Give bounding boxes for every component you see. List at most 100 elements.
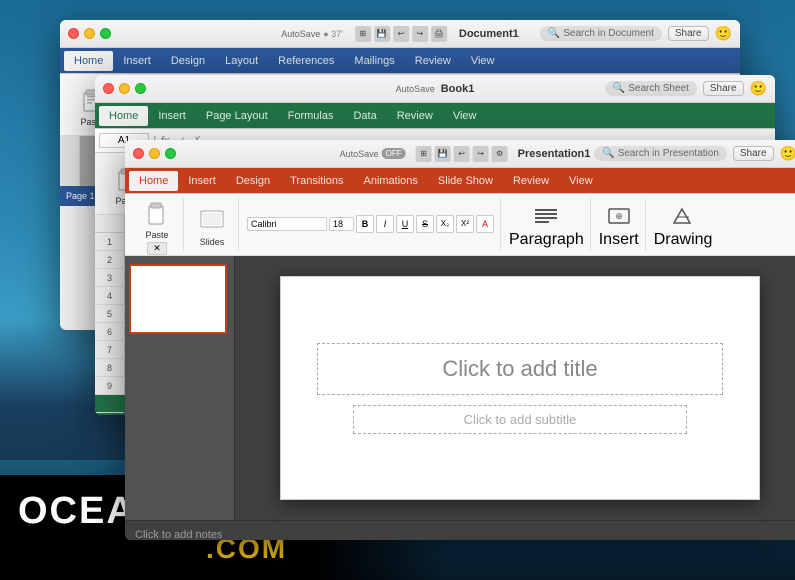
ppt-fontsize-select[interactable]: 18 — [329, 217, 354, 231]
ppt-slide-canvas[interactable]: Click to add title Click to add subtitle — [280, 276, 760, 500]
ppt-drawing-label: Drawing — [654, 231, 713, 249]
word-tab-layout[interactable]: Layout — [215, 51, 268, 71]
ppt-subtitle-placeholder[interactable]: Click to add subtitle — [353, 405, 688, 434]
ppt-paragraph-label: Paragraph — [509, 231, 584, 249]
ppt-font-color[interactable]: A — [476, 215, 494, 233]
ppt-notes-bar: Click to add notes — [125, 520, 795, 540]
word-tab-review[interactable]: Review — [405, 51, 461, 71]
ppt-sub[interactable]: X₂ — [436, 215, 454, 233]
excel-minimize-button[interactable] — [119, 83, 130, 94]
ppt-content-area: 1 Click to add title Click to add subtit… — [125, 256, 795, 520]
ppt-tab-animations[interactable]: Animations — [354, 171, 428, 191]
ppt-font-group: Calibri 18 B I U S X₂ X² A — [241, 198, 501, 251]
ppt-drawing-icon — [668, 201, 698, 231]
ppt-toolbar-icon5[interactable]: ⚙ — [492, 146, 508, 162]
word-toolbar-icon5[interactable]: 🖨 — [431, 26, 447, 42]
excel-maximize-button[interactable] — [135, 83, 146, 94]
ppt-toolbar-icon2[interactable]: 💾 — [435, 146, 451, 162]
ppt-tab-view[interactable]: View — [559, 171, 603, 191]
ppt-strikethrough[interactable]: S — [416, 215, 434, 233]
ppt-paste-label: Paste — [145, 230, 168, 240]
word-tab-view[interactable]: View — [461, 51, 505, 71]
excel-title: Book1 — [441, 83, 475, 95]
word-smiley[interactable]: 🙂 — [715, 25, 732, 42]
ppt-tab-insert[interactable]: Insert — [178, 171, 226, 191]
ppt-insert-group: ⊕ Insert — [593, 198, 646, 251]
word-title: Document1 — [459, 28, 519, 40]
ppt-insert-icon: ⊕ — [604, 201, 634, 231]
excel-row-10: 10 — [95, 395, 124, 413]
ppt-title-bar: AutoSave OFF ⊞ 💾 ↩ ↪ ⚙ Presentation1 🔍 S… — [125, 140, 795, 168]
word-tab-design[interactable]: Design — [161, 51, 215, 71]
word-toolbar-icon3[interactable]: ↩ — [393, 26, 409, 42]
ppt-tab-home[interactable]: Home — [129, 171, 178, 191]
excel-tab-review[interactable]: Review — [387, 106, 443, 126]
excel-row-4: 4 — [95, 287, 124, 305]
excel-tab-home[interactable]: Home — [99, 106, 148, 126]
ppt-toolbar-icon1[interactable]: ⊞ — [416, 146, 432, 162]
ppt-paste-button[interactable]: Paste — [137, 194, 177, 242]
word-toolbar-icon1[interactable]: ⊞ — [355, 26, 371, 42]
ppt-slides-button[interactable]: Slides — [192, 201, 232, 249]
word-search-box[interactable]: 🔍 Search in Document — [540, 26, 662, 41]
ppt-ribbon-toolbar: Paste ✕ Slides Calibri — [125, 194, 795, 256]
ppt-underline[interactable]: U — [396, 215, 414, 233]
ppt-toolbar-icon4[interactable]: ↪ — [473, 146, 489, 162]
ppt-title: Presentation1 — [518, 148, 591, 160]
excel-autosave: AutoSave — [396, 84, 435, 94]
ppt-tab-transitions[interactable]: Transitions — [280, 171, 353, 191]
word-sidebar — [60, 136, 80, 186]
excel-row-1: 1 — [95, 233, 124, 251]
word-close-button[interactable] — [68, 28, 79, 39]
ppt-smiley[interactable]: 🙂 — [780, 145, 795, 162]
word-title-center: AutoSave ● 37' ⊞ 💾 ↩ ↪ 🖨 Document1 — [281, 26, 519, 42]
excel-title-right: 🔍 Search Sheet Share 🙂 — [605, 80, 767, 97]
word-tab-home[interactable]: Home — [64, 51, 113, 71]
ppt-close-button[interactable] — [133, 148, 144, 159]
ppt-slide-thumbnail-1[interactable]: 1 — [129, 264, 227, 334]
ppt-font-select[interactable]: Calibri — [247, 217, 327, 231]
excel-traffic-lights — [103, 83, 146, 94]
excel-title-center: AutoSave Book1 — [396, 83, 475, 95]
ppt-notes-placeholder[interactable]: Click to add notes — [135, 529, 222, 541]
excel-share-button[interactable]: Share — [703, 81, 744, 96]
ppt-maximize-button[interactable] — [165, 148, 176, 159]
ppt-toolbar-icon3[interactable]: ↩ — [454, 146, 470, 162]
ppt-title-center: AutoSave OFF ⊞ 💾 ↩ ↪ ⚙ Presentation1 — [340, 146, 591, 162]
excel-smiley[interactable]: 🙂 — [750, 80, 767, 97]
excel-tab-data[interactable]: Data — [343, 106, 386, 126]
excel-tab-page-layout[interactable]: Page Layout — [196, 106, 278, 126]
ppt-title-placeholder[interactable]: Click to add title — [317, 343, 723, 395]
excel-tab-insert[interactable]: Insert — [148, 106, 196, 126]
ppt-search-box[interactable]: 🔍 Search in Presentation — [594, 146, 727, 161]
excel-tab-view[interactable]: View — [443, 106, 487, 126]
word-minimize-button[interactable] — [84, 28, 95, 39]
word-tab-references[interactable]: References — [268, 51, 344, 71]
ppt-delete-button[interactable]: ✕ — [147, 242, 167, 255]
ppt-sup[interactable]: X² — [456, 215, 474, 233]
word-tab-mailings[interactable]: Mailings — [344, 51, 404, 71]
ppt-tab-review[interactable]: Review — [503, 171, 559, 191]
ppt-tab-design[interactable]: Design — [226, 171, 280, 191]
word-maximize-button[interactable] — [100, 28, 111, 39]
ppt-tab-slideshow[interactable]: Slide Show — [428, 171, 503, 191]
ppt-italic[interactable]: I — [376, 215, 394, 233]
excel-close-button[interactable] — [103, 83, 114, 94]
ppt-minimize-button[interactable] — [149, 148, 160, 159]
excel-title-bar: AutoSave Book1 🔍 Search Sheet Share 🙂 — [95, 75, 775, 103]
ppt-slide-panel: 1 — [125, 256, 235, 520]
excel-row-headers: 1 2 3 4 5 6 7 8 9 10 11 12 13 14 15 — [95, 215, 125, 395]
ppt-autosave: AutoSave OFF — [340, 148, 406, 159]
excel-row-7: 7 — [95, 341, 124, 359]
windows-container: AutoSave ● 37' ⊞ 💾 ↩ ↪ 🖨 Document1 🔍 Sea… — [60, 20, 780, 480]
ppt-main-area: Click to add title Click to add subtitle — [235, 256, 795, 520]
word-toolbar-icon2[interactable]: 💾 — [374, 26, 390, 42]
word-share-button[interactable]: Share — [668, 26, 709, 41]
word-tab-insert[interactable]: Insert — [113, 51, 161, 71]
ppt-share-button[interactable]: Share — [733, 146, 774, 161]
ppt-paste-icon — [141, 196, 173, 228]
excel-tab-formulas[interactable]: Formulas — [278, 106, 344, 126]
word-toolbar-icon4[interactable]: ↪ — [412, 26, 428, 42]
excel-search-box[interactable]: 🔍 Search Sheet — [605, 81, 697, 96]
ppt-bold[interactable]: B — [356, 215, 374, 233]
